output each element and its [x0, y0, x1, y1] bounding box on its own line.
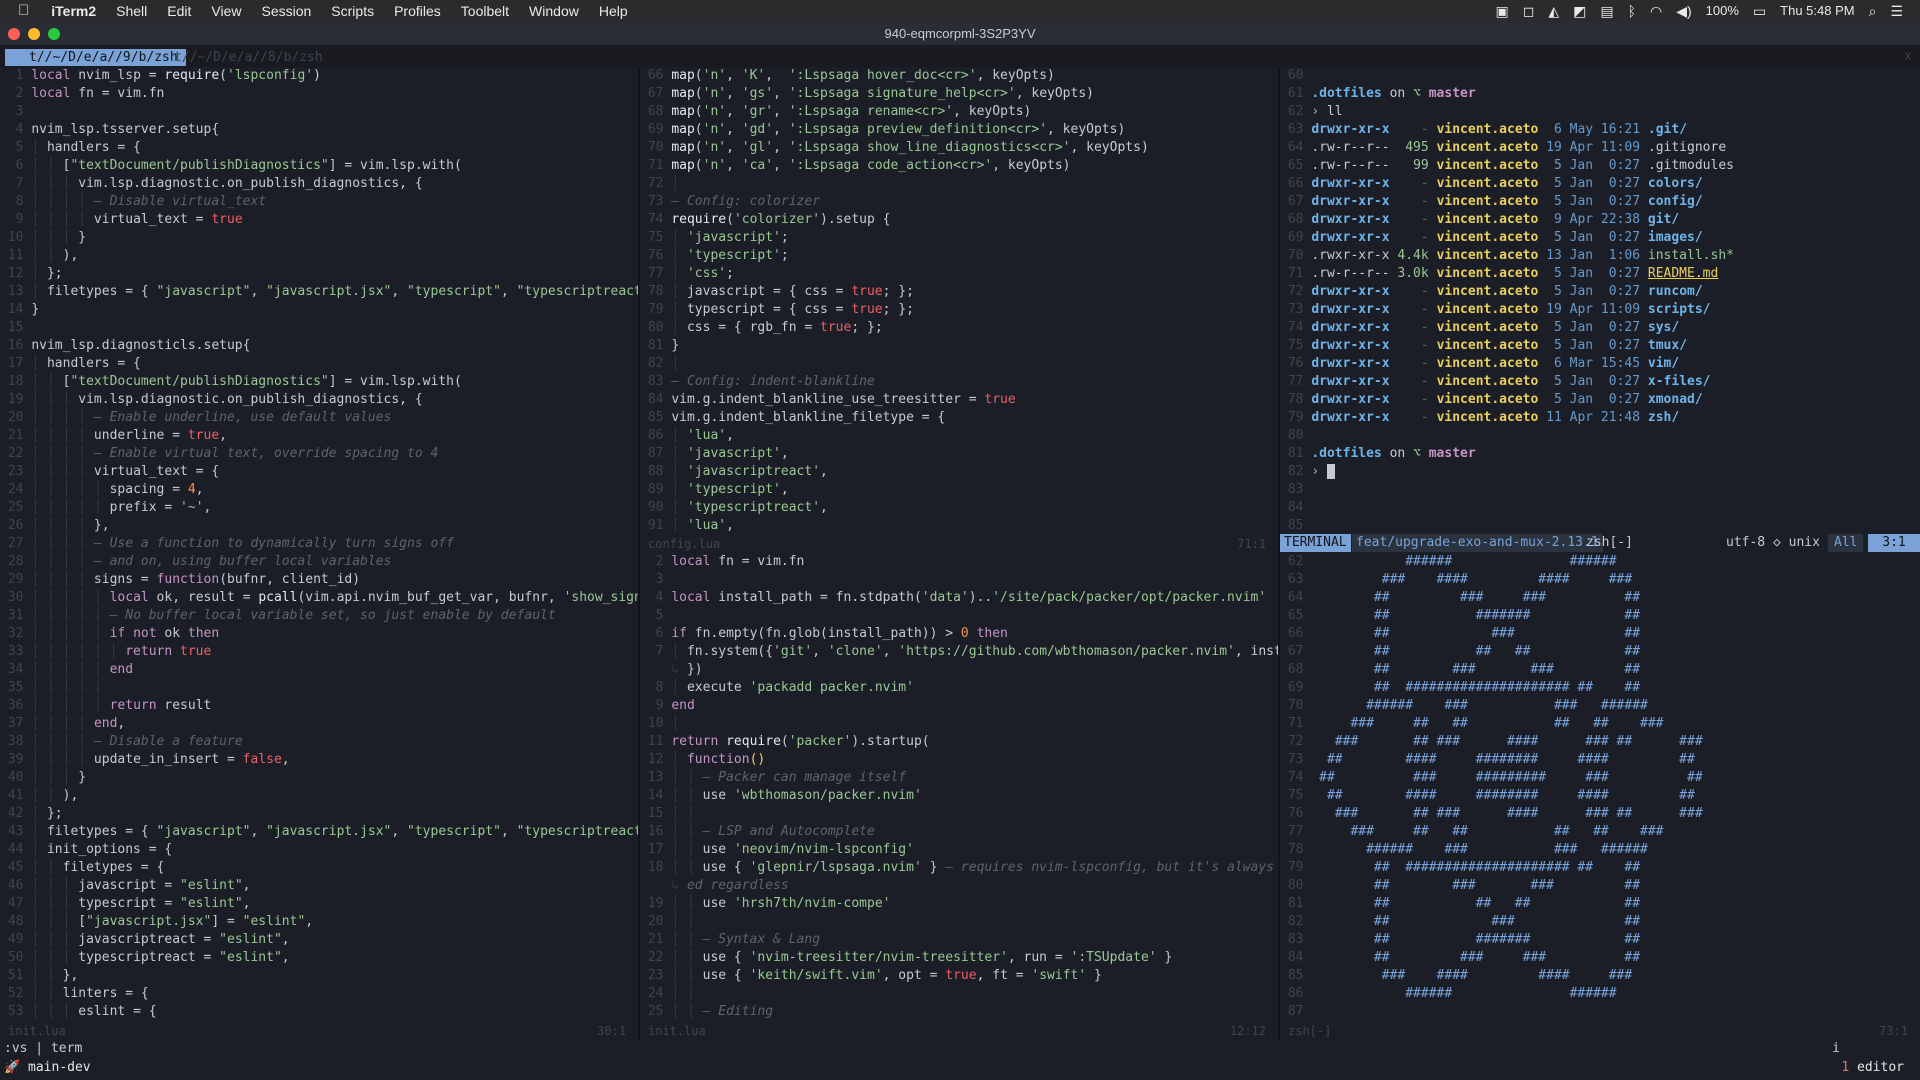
status-position: 30:1 [597, 1024, 626, 1038]
menu-bar:  iTerm2 Shell Edit View Session Scripts… [0, 0, 1920, 22]
wifi-icon[interactable]: ◠ [1643, 0, 1669, 22]
battery-percent[interactable]: 100% [1699, 0, 1746, 22]
battery-icon[interactable]: ▭ [1746, 0, 1773, 22]
menu-toolbelt[interactable]: Toolbelt [451, 0, 519, 22]
menu-view[interactable]: View [201, 0, 251, 22]
menu-help[interactable]: Help [589, 0, 638, 22]
status-file: config.lua [648, 537, 721, 551]
tmux-window-number: 1 [1841, 1060, 1850, 1075]
git-branch: feat/upgrade-exo-and-mux-2.13.1 [1352, 534, 1603, 552]
clock[interactable]: Thu 5:48 PM [1773, 0, 1861, 22]
status-file: init.lua [8, 1024, 66, 1038]
ascii-art-pane[interactable]: 62 ###### ###### 63 ### #### #### ### 64… [1280, 553, 1920, 1023]
editor-pane-init-lua-2[interactable]: 2 local fn = vim.fn 3 4 local install_pa… [640, 553, 1280, 1023]
status-position: 12:12 [1229, 1024, 1266, 1038]
volume-icon[interactable]: ◀) [1669, 0, 1698, 22]
file-encoding: utf-8 ◇ unix [1726, 535, 1820, 550]
status-position: 73:1 [1879, 1024, 1908, 1038]
close-window-button[interactable] [8, 28, 20, 40]
status-line-ascii: zsh[-] 73:1 [1280, 1022, 1920, 1040]
menu-session[interactable]: Session [251, 0, 321, 22]
status-line-config: config.lua 71:1 [640, 535, 1278, 553]
tmux-window-name: editor [1857, 1060, 1904, 1075]
menu-iterm2[interactable]: iTerm2 [41, 0, 106, 22]
terminal-pane[interactable]: 60 61 .dotfiles on ⌥ master 62 › ll 63 d… [1280, 67, 1920, 535]
menu-scripts[interactable]: Scripts [321, 0, 384, 22]
tmux-session-name: main-dev [28, 1060, 91, 1075]
tmux-session[interactable]: 🚀 main-dev [4, 1059, 91, 1077]
window-title: 940-eqmcorpml-3S2P3YV [884, 26, 1036, 41]
script-icon[interactable]: ◩ [1566, 0, 1593, 22]
menu-edit[interactable]: Edit [157, 0, 201, 22]
menu-shell[interactable]: Shell [106, 0, 157, 22]
cloud-icon[interactable]: ◭ [1541, 0, 1566, 22]
editor-pane-config-lua[interactable]: 66 map('n', 'K', ':Lspsaga hover_doc<cr>… [640, 67, 1280, 535]
scroll-indicator: All [1828, 534, 1864, 552]
menu-window[interactable]: Window [519, 0, 589, 22]
search-icon[interactable]: ⌕ [1862, 0, 1884, 22]
mode-indicator: TERMINAL [1280, 534, 1351, 552]
control-center-icon[interactable]: ☰ [1883, 0, 1910, 22]
display-icon[interactable]: ▤ [1593, 0, 1620, 22]
window-titlebar: 940-eqmcorpml-3S2P3YV [0, 22, 1920, 46]
buffer-name: zsh[-] [1586, 535, 1633, 550]
status-line-init-2: init.lua 12:12 [640, 1022, 1278, 1040]
status-file: zsh[-] [1288, 1024, 1332, 1038]
editor-pane-init-lua[interactable]: 1 local nvim_lsp = require('lspconfig') … [0, 67, 640, 1023]
bluetooth-icon[interactable]: ᛒ [1621, 0, 1643, 22]
minimize-window-button[interactable] [28, 28, 40, 40]
status-file: init.lua [648, 1024, 706, 1038]
apple-icon[interactable]:  [0, 0, 41, 22]
tab-active[interactable]: t//~/D/e/a//9/b/zsh [5, 49, 186, 66]
cursor-position: 3:1 [1868, 534, 1920, 552]
menu-profiles[interactable]: Profiles [384, 0, 451, 22]
code-buffer: 1 local nvim_lsp = require('lspconfig') … [0, 68, 640, 1019]
tab-inactive[interactable]: t//~/D/e/a//8/b/zsh [164, 49, 331, 66]
status-position: 71:1 [1237, 537, 1266, 551]
screen-share-icon[interactable]: ▣ [1489, 0, 1516, 22]
window-icon[interactable]: ◻ [1516, 0, 1542, 22]
code-buffer: 66 map('n', 'K', ':Lspsaga hover_doc<cr>… [640, 68, 1149, 533]
code-buffer: 2 local fn = vim.fn 3 4 local install_pa… [640, 554, 1280, 1019]
command-text[interactable]: :vs | term [4, 1040, 82, 1058]
status-line-left: init.lua 30:1 [0, 1022, 638, 1040]
close-tab-icon[interactable]: x [1904, 47, 1912, 67]
tab-line: t//~/D/e/a//9/b/zsh t//~/D/e/a//8/b/zsh … [0, 47, 1920, 67]
ascii-art: 62 ###### ###### 63 ### #### #### ### 64… [1280, 554, 1703, 1019]
status-area: ▣ ◻ ◭ ◩ ▤ ᛒ ◠ ◀) 100% ▭ Thu 5:48 PM ⌕ ☰ [1489, 0, 1920, 22]
terminal-output: 60 61 .dotfiles on ⌥ master 62 › ll 63 d… [1280, 68, 1734, 533]
command-line[interactable]: :vs | term i 🚀 main-dev 1 editor [0, 1040, 1920, 1080]
cursor-indicator: i [1832, 1041, 1840, 1056]
terminal-status-line: TERMINAL feat/upgrade-exo-and-mux-2.13.1… [1280, 534, 1920, 552]
tmux-window[interactable]: 1 editor [1841, 1059, 1904, 1077]
rocket-icon: 🚀 [4, 1060, 21, 1075]
maximize-window-button[interactable] [48, 28, 60, 40]
